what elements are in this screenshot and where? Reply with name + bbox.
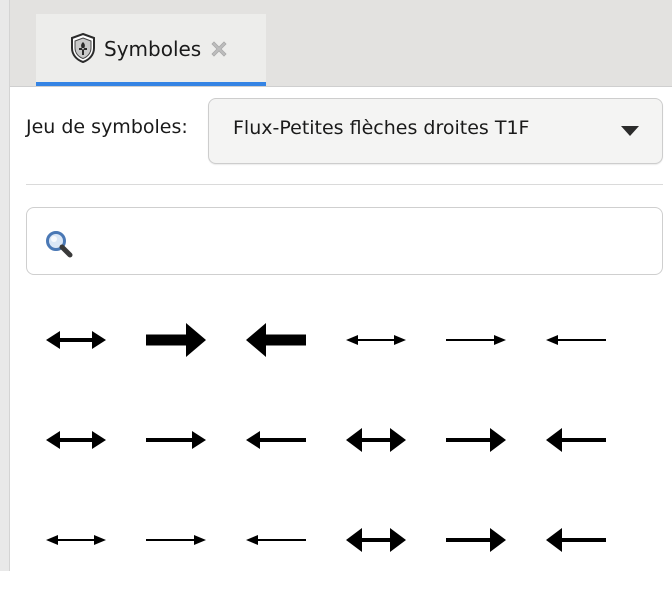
separator — [26, 184, 663, 185]
double-arrow-icon — [346, 428, 406, 452]
arrow-right-icon — [146, 431, 206, 449]
close-icon[interactable] — [208, 38, 230, 60]
symbol-item[interactable] — [226, 390, 326, 490]
symbol-item[interactable] — [526, 290, 626, 390]
arrow-left-icon — [546, 335, 606, 345]
symbol-item[interactable] — [26, 390, 126, 490]
chevron-down-icon — [620, 123, 640, 137]
symbol-item[interactable] — [426, 290, 526, 390]
symbol-item[interactable] — [526, 490, 626, 590]
symbol-set-selected: Flux-Petites flèches droites T1F — [233, 117, 530, 139]
arrow-right-icon — [146, 323, 206, 357]
search-input[interactable] — [85, 222, 649, 262]
search-box[interactable] — [26, 207, 663, 275]
arrow-right-icon — [446, 335, 506, 345]
symbol-item[interactable] — [226, 490, 326, 590]
double-arrow-icon — [46, 331, 106, 349]
symbol-item[interactable] — [426, 390, 526, 490]
symbol-item[interactable] — [26, 290, 126, 390]
arrow-left-icon — [546, 528, 606, 552]
symbol-item[interactable] — [226, 290, 326, 390]
symbol-item[interactable] — [526, 390, 626, 490]
symbol-item[interactable] — [326, 290, 426, 390]
tab-bar: Symboles — [10, 0, 672, 87]
double-arrow-icon — [46, 535, 106, 545]
symbols-grid — [26, 290, 646, 571]
double-arrow-icon — [346, 528, 406, 552]
symbol-item[interactable] — [426, 490, 526, 590]
arrow-right-icon — [446, 428, 506, 452]
arrow-left-icon — [246, 323, 306, 357]
arrow-left-icon — [546, 428, 606, 452]
tab-label: Symboles — [104, 37, 202, 61]
arrow-left-icon — [246, 431, 306, 449]
double-arrow-icon — [346, 335, 406, 345]
symbol-set-label: Jeu de symboles: — [26, 116, 188, 138]
arrow-right-icon — [446, 528, 506, 552]
shield-icon — [70, 32, 96, 64]
symbol-item[interactable] — [126, 290, 226, 390]
symbol-item[interactable] — [126, 490, 226, 590]
tab-symbols[interactable]: Symboles — [36, 14, 266, 86]
double-arrow-icon — [46, 431, 106, 449]
symbol-item[interactable] — [326, 390, 426, 490]
symbol-item[interactable] — [326, 490, 426, 590]
arrow-left-icon — [246, 535, 306, 545]
left-panel-border — [0, 0, 10, 571]
search-icon — [43, 228, 75, 260]
symbol-item[interactable] — [26, 490, 126, 590]
symbol-set-dropdown[interactable]: Flux-Petites flèches droites T1F — [208, 98, 663, 164]
symbol-item[interactable] — [126, 390, 226, 490]
arrow-right-icon — [146, 535, 206, 545]
